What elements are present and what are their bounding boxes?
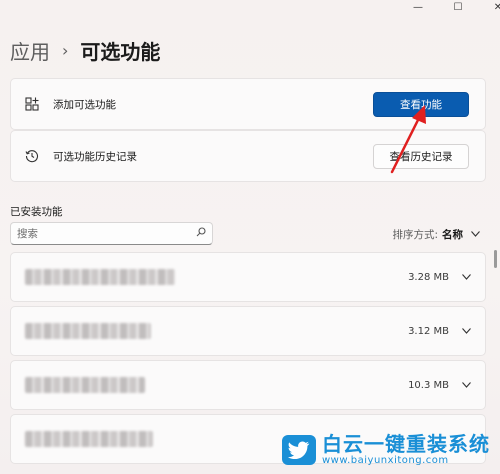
feature-item[interactable]: 3.12 MB xyxy=(10,306,486,356)
feature-name-obscured xyxy=(25,323,151,339)
chevron-down-icon[interactable] xyxy=(462,272,471,283)
history-icon xyxy=(11,149,53,163)
history-card: 可选功能历史记录 查看历史记录 xyxy=(10,130,486,182)
breadcrumb-separator: › xyxy=(62,41,69,60)
page-title: 可选功能 xyxy=(80,40,161,64)
search-input[interactable] xyxy=(17,227,196,240)
feature-item[interactable]: 3.28 MB xyxy=(10,252,486,302)
feature-size: 3.28 MB xyxy=(408,271,449,283)
view-features-button[interactable]: 查看功能 xyxy=(373,92,469,117)
close-icon[interactable]: ✕ xyxy=(476,0,500,14)
sort-label: 排序方式: xyxy=(392,229,438,241)
feature-name-obscured xyxy=(25,431,153,447)
watermark-text-cn: 白云一键重装系统 xyxy=(322,432,490,456)
feature-item[interactable]: 10.3 MB xyxy=(10,360,486,410)
chevron-down-icon[interactable] xyxy=(462,380,471,391)
watermark-text-en: www.baiyunxitong.com xyxy=(322,455,449,466)
bird-logo-icon xyxy=(282,434,316,465)
add-feature-card: 添加可选功能 查看功能 xyxy=(10,78,486,130)
installed-features-heading: 已安装功能 xyxy=(10,206,63,218)
scrollbar-thumb[interactable] xyxy=(494,250,497,268)
feature-name-obscured xyxy=(25,377,145,393)
title-bar: — ☐ ✕ xyxy=(0,0,500,18)
sort-value[interactable]: 名称 xyxy=(442,227,463,242)
watermark: 白云一键重装系统 www.baiyunxitong.com xyxy=(282,433,490,466)
feature-size: 10.3 MB xyxy=(408,379,449,391)
scrollbar[interactable] xyxy=(494,250,497,470)
maximize-icon[interactable]: ☐ xyxy=(436,0,480,14)
view-history-button[interactable]: 查看历史记录 xyxy=(373,144,469,169)
add-apps-icon xyxy=(11,97,53,111)
feature-name-obscured xyxy=(25,269,175,285)
search-box[interactable] xyxy=(10,222,213,245)
minimize-icon[interactable]: — xyxy=(396,0,440,14)
breadcrumb-apps[interactable]: 应用 xyxy=(10,36,50,65)
search-icon[interactable] xyxy=(196,227,206,240)
breadcrumb: 应用 › 可选功能 xyxy=(10,36,160,65)
chevron-down-icon[interactable] xyxy=(471,230,480,240)
feature-size: 3.12 MB xyxy=(408,325,449,337)
chevron-down-icon[interactable] xyxy=(462,326,471,337)
sort-dropdown[interactable]: 排序方式: 名称 xyxy=(392,227,480,242)
